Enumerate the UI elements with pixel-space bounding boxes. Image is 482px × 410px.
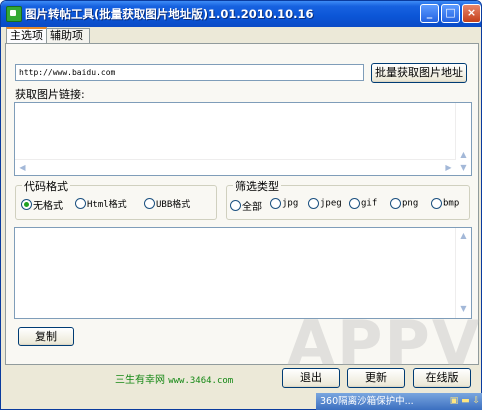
- radio-ubb-format[interactable]: UBB格式: [144, 197, 190, 210]
- tray-icons: ▣ ▬ ⇩: [449, 396, 480, 406]
- radio-icon: [75, 198, 86, 209]
- scroll-right-icon[interactable]: ▶: [441, 160, 456, 175]
- radio-filter-bmp[interactable]: bmp: [431, 198, 459, 210]
- window-title: 图片转帖工具(批量获取图片地址版)1.01.2010.10.16: [25, 7, 314, 21]
- radio-icon: [144, 198, 155, 209]
- links-horizontal-scrollbar[interactable]: ◀ ▶: [15, 159, 456, 175]
- update-button[interactable]: 更新: [347, 368, 405, 388]
- radio-icon: [431, 198, 442, 209]
- exit-button[interactable]: 退出: [282, 368, 340, 388]
- sandbox-tray-tip[interactable]: 360隔离沙箱保护中... ▣ ▬ ⇩: [316, 393, 482, 410]
- result-vertical-scrollbar[interactable]: ▲ ▼: [455, 228, 471, 318]
- radio-selected-icon: [21, 199, 32, 210]
- links-textarea[interactable]: ▲ ◀ ▶ ▼: [14, 102, 472, 176]
- radio-icon: [390, 198, 401, 209]
- site-link[interactable]: 三生有幸网 www.3464.com: [115, 371, 233, 386]
- radio-filter-jpg[interactable]: jpg: [270, 198, 298, 210]
- copy-button[interactable]: 复制: [18, 327, 74, 346]
- site-url: www.3464.com: [168, 376, 234, 386]
- site-name: 三生有幸网: [115, 375, 165, 386]
- scroll-left-icon[interactable]: ◀: [15, 160, 30, 175]
- links-label: 获取图片链接:: [15, 88, 85, 101]
- radio-icon: [349, 198, 360, 209]
- scroll-down-icon[interactable]: ▼: [456, 160, 471, 175]
- online-version-button[interactable]: 在线版: [413, 368, 471, 388]
- url-input[interactable]: http://www.baidu.com: [15, 64, 364, 81]
- radio-html-format[interactable]: Html格式: [75, 197, 127, 210]
- radio-icon: [308, 198, 319, 209]
- fetch-image-urls-button[interactable]: 批量获取图片地址: [371, 63, 467, 83]
- scroll-up-icon[interactable]: ▲: [456, 228, 471, 243]
- radio-icon: [230, 200, 241, 211]
- radio-filter-jpeg[interactable]: jpeg: [308, 198, 342, 210]
- radio-filter-png[interactable]: png: [390, 198, 418, 210]
- title-bar[interactable]: 图片转帖工具(批量获取图片地址版)1.01.2010.10.16 _ □ ×: [1, 1, 481, 27]
- close-button[interactable]: ×: [462, 4, 481, 23]
- radio-icon: [270, 198, 281, 209]
- filter-type-title: 筛选类型: [233, 178, 281, 194]
- radio-no-format[interactable]: 无格式: [21, 197, 63, 212]
- result-textarea[interactable]: ▲ ▼: [14, 227, 472, 319]
- tab-main-options[interactable]: 主选项: [6, 27, 47, 44]
- app-icon: [6, 6, 22, 22]
- tab-auxiliary-options[interactable]: 辅助项: [46, 28, 90, 43]
- filter-type-group: 筛选类型 全部 jpg jpeg gif png bmp: [226, 178, 470, 220]
- maximize-button[interactable]: □: [441, 4, 460, 23]
- radio-filter-all[interactable]: 全部: [230, 198, 262, 213]
- code-format-title: 代码格式: [22, 178, 70, 194]
- sandbox-tip-text: 360隔离沙箱保护中...: [320, 396, 414, 407]
- app-window: 图片转帖工具(批量获取图片地址版)1.01.2010.10.16 _ □ × 主…: [0, 0, 482, 410]
- minimize-button[interactable]: _: [420, 4, 439, 23]
- code-format-group: 代码格式 无格式 Html格式 UBB格式: [15, 178, 217, 220]
- radio-filter-gif[interactable]: gif: [349, 198, 377, 210]
